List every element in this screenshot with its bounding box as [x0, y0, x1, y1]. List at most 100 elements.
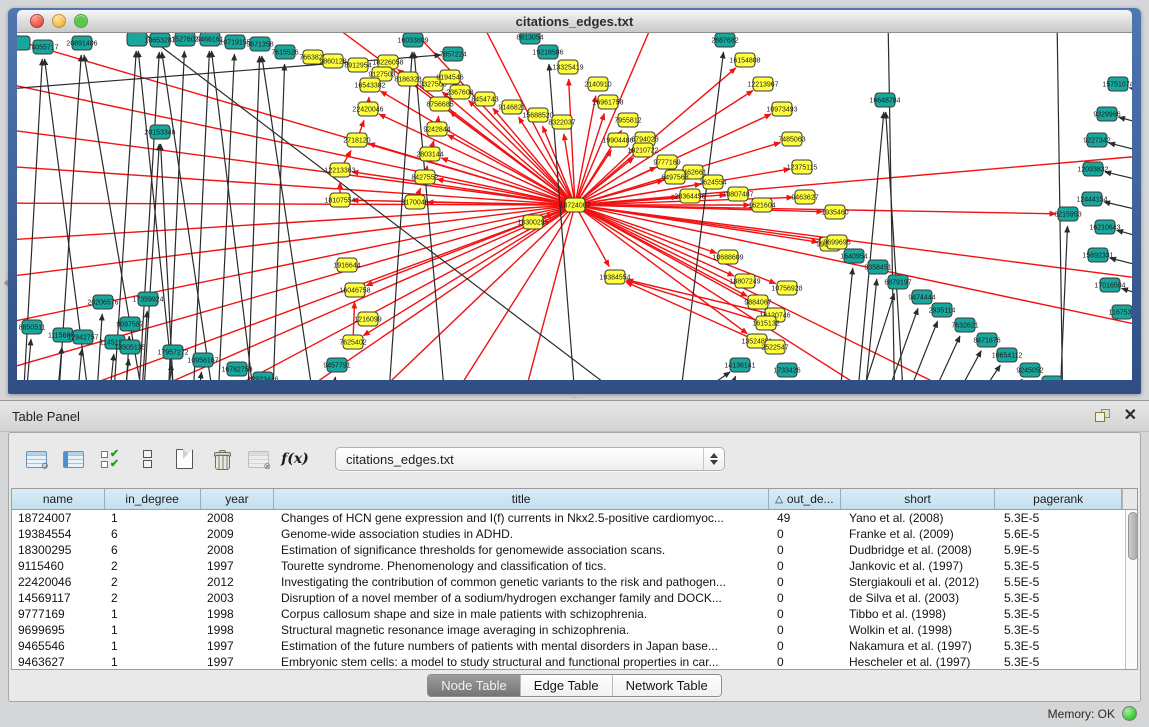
network-window-titlebar[interactable]: citations_edges.txt: [17, 10, 1132, 33]
tab-network-table[interactable]: Network Table: [612, 675, 721, 696]
graph-edge[interactable]: [1129, 88, 1132, 103]
table-cell: Tibbo et al. (1998): [843, 606, 998, 622]
graph-node-label: 9227342: [1083, 138, 1110, 145]
new-file-icon[interactable]: [171, 447, 197, 471]
graph-edge[interactable]: [962, 365, 1000, 380]
graph-edge[interactable]: [1104, 202, 1132, 219]
column-header-out-de-[interactable]: △out_de...: [769, 489, 841, 509]
trash-glyph: [214, 450, 229, 469]
graph-edge[interactable]: [95, 314, 102, 380]
graph-edge[interactable]: [575, 205, 717, 253]
scrollbar-thumb[interactable]: [1128, 512, 1138, 560]
scrollbar-corner: [1122, 489, 1137, 509]
graph-node-label: 18226058: [372, 60, 403, 67]
close-panel-icon[interactable]: ✕: [1124, 408, 1137, 424]
graph-edge[interactable]: [575, 205, 1132, 333]
graph-edge[interactable]: [877, 308, 918, 380]
graph-edge[interactable]: [329, 377, 335, 380]
graph-node-label: 8194546: [436, 75, 463, 82]
graph-edge[interactable]: [1121, 288, 1132, 305]
close-window-icon[interactable]: [30, 14, 44, 28]
graph-edge[interactable]: [17, 163, 575, 205]
float-panel-icon[interactable]: [1094, 409, 1110, 423]
table-rows: 1872400712008Changes of HCN gene express…: [12, 510, 1125, 670]
graph-edge[interactable]: [888, 33, 895, 380]
sort-ascending-icon: △: [775, 494, 783, 505]
table-row[interactable]: 946554611997Estimation of the future num…: [12, 638, 1125, 654]
network-view-window[interactable]: citations_edges.txt 18724007766382298601…: [8, 8, 1141, 394]
table-row[interactable]: 1456911722003Disruption of a novel membe…: [12, 590, 1125, 606]
graph-edge[interactable]: [1110, 258, 1132, 275]
table-row[interactable]: 1938455462009Genome-wide association stu…: [12, 526, 1125, 542]
graph-node-label: 7857224: [439, 52, 466, 59]
delete-trash-icon[interactable]: [208, 447, 234, 471]
graph-edge[interactable]: [17, 33, 575, 205]
graph-edge[interactable]: [920, 336, 960, 380]
table-row[interactable]: 1830029562008Estimation of significance …: [12, 542, 1125, 558]
memory-status-indicator[interactable]: [1122, 706, 1137, 721]
vertical-scrollbar[interactable]: [1125, 510, 1138, 670]
graph-edge[interactable]: [17, 205, 575, 283]
minimize-window-icon[interactable]: [52, 14, 66, 28]
table-row[interactable]: 969969511998Structural magnetic resonanc…: [12, 622, 1125, 638]
column-header-short[interactable]: short: [841, 489, 996, 509]
graph-edge[interactable]: [195, 372, 201, 380]
table-row[interactable]: 911546021997Tourette syndrome. Phenomeno…: [12, 558, 1125, 574]
graph-edge[interactable]: [677, 52, 724, 380]
graph-edge[interactable]: [657, 372, 730, 380]
table-row[interactable]: 977716911998Corpus callosum shape and si…: [12, 606, 1125, 622]
column-header-in-degree[interactable]: in_degree: [105, 489, 201, 509]
graph-node-label: 1916644: [333, 263, 360, 270]
graph-node-label: 7955812: [614, 118, 641, 125]
column-header-pagerank[interactable]: pagerank: [995, 489, 1122, 509]
graph-node-label: 14055717: [27, 45, 58, 52]
table-cell: Disruption of a novel member of a sodium…: [275, 590, 771, 606]
graph-edge[interactable]: [247, 56, 260, 380]
table-settings-icon[interactable]: ⚙: [23, 447, 49, 471]
graph-edge[interactable]: [75, 349, 82, 380]
graph-node-label: 2718120: [343, 138, 370, 145]
graph-edge[interactable]: [347, 205, 575, 380]
graph-edge[interactable]: [575, 205, 1056, 214]
graph-edge[interactable]: [262, 56, 317, 380]
graph-edge[interactable]: [942, 351, 981, 380]
graph-node-label: 19218586: [532, 50, 563, 57]
tab-node-table[interactable]: Node Table: [428, 675, 520, 696]
column-header-label: name: [43, 492, 73, 506]
graph-node-label: 19384554: [599, 275, 630, 282]
show-column-icon[interactable]: [60, 447, 86, 471]
select-columns-icon[interactable]: ✔ ✔: [97, 447, 123, 471]
graph-edge[interactable]: [1119, 117, 1132, 133]
graph-edge[interactable]: [549, 64, 577, 380]
network-canvas[interactable]: 1872400776638229860128891295418226058912…: [17, 33, 1132, 380]
table-cell: Nakamura et al. (1997): [843, 638, 998, 654]
graph-edge[interactable]: [1117, 230, 1132, 247]
row-height-icon[interactable]: [134, 447, 160, 471]
table-row[interactable]: 1872400712008Changes of HCN gene express…: [12, 510, 1125, 526]
table-row[interactable]: 2242004622012Investigating the contribut…: [12, 574, 1125, 590]
column-header-name[interactable]: name: [12, 489, 105, 509]
table-tabs-bar: Node TableEdge TableNetwork Table: [9, 673, 1140, 697]
graph-edge[interactable]: [837, 268, 853, 380]
graph-node-label: 12444154: [1076, 197, 1107, 204]
graph-node-label: 8186328: [394, 77, 421, 84]
tab-edge-table[interactable]: Edge Table: [520, 675, 612, 696]
graph-edge[interactable]: [55, 347, 62, 380]
column-header-title[interactable]: title: [274, 489, 769, 509]
dropdown-stepper-icon: [703, 448, 724, 470]
zoom-window-icon[interactable]: [74, 14, 88, 28]
graph-edge[interactable]: [17, 205, 575, 333]
column-header-label: in_degree: [125, 492, 178, 506]
graph-node[interactable]: [1042, 376, 1062, 380]
graph-edge[interactable]: [167, 51, 184, 380]
graph-node-label: 17016504: [1094, 283, 1125, 290]
splitter-collapse-arrow[interactable]: [0, 279, 8, 287]
column-header-year[interactable]: year: [201, 489, 275, 509]
graph-node[interactable]: [17, 36, 30, 50]
table-cell: 1: [105, 638, 201, 654]
graph-edge[interactable]: [192, 51, 209, 380]
function-builder-icon[interactable]: f(x): [282, 447, 308, 471]
table-row[interactable]: 946362711997Embryonic stem cells: a mode…: [12, 654, 1125, 670]
table-selector-dropdown[interactable]: citations_edges.txt: [335, 447, 725, 471]
graph-edge[interactable]: [1105, 172, 1132, 189]
